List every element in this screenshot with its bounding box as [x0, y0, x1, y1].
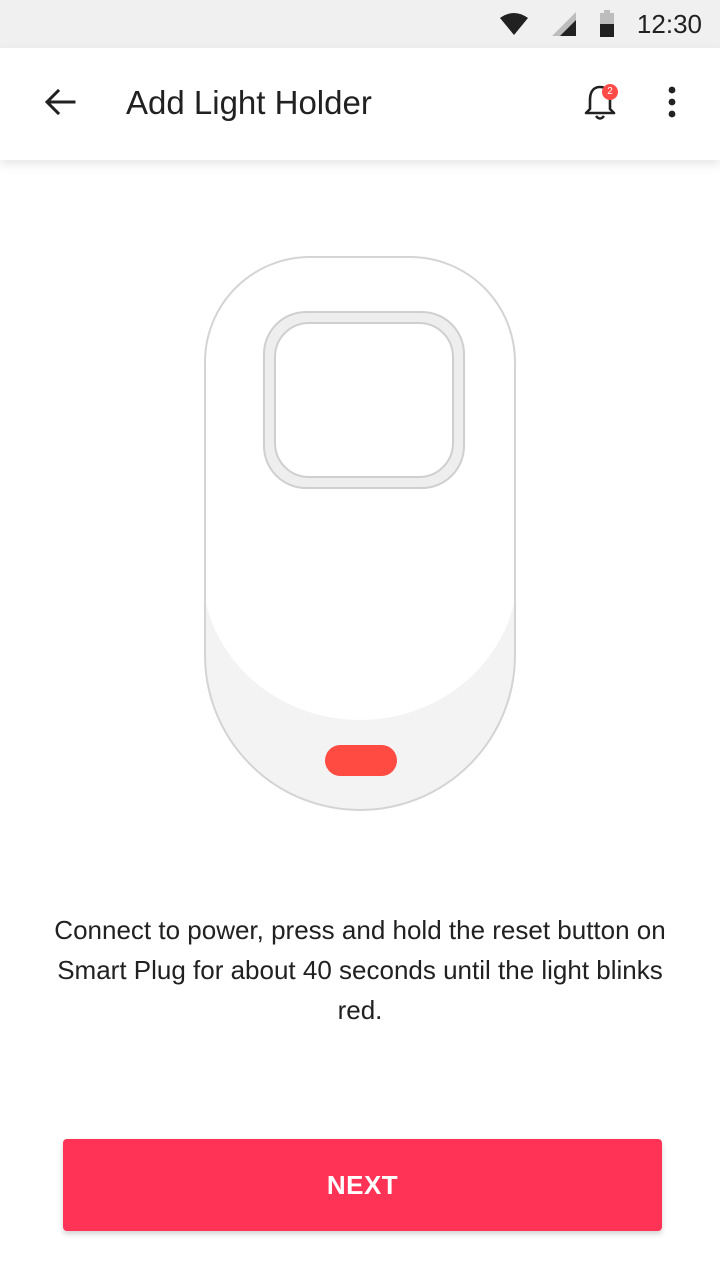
clock-time: 12:30 — [636, 8, 702, 39]
app-bar: Add Light Holder 2 — [0, 48, 720, 160]
battery-icon — [599, 10, 615, 38]
notifications-button[interactable]: 2 — [574, 78, 626, 130]
smart-plug-illustration — [200, 252, 520, 821]
indicator-light — [325, 745, 397, 776]
more-options-button[interactable] — [648, 78, 696, 130]
notification-badge: 2 — [602, 84, 618, 100]
instruction-text: Connect to power, press and hold the res… — [54, 915, 666, 1025]
back-button[interactable] — [30, 78, 90, 130]
back-arrow-icon — [44, 88, 76, 121]
more-vert-icon — [667, 86, 677, 123]
page-title: Add Light Holder — [126, 84, 372, 121]
signal-icon — [551, 11, 577, 37]
next-button[interactable]: NEXT — [63, 1139, 662, 1231]
wifi-icon — [499, 12, 529, 36]
status-bar: 12:30 — [0, 0, 720, 48]
